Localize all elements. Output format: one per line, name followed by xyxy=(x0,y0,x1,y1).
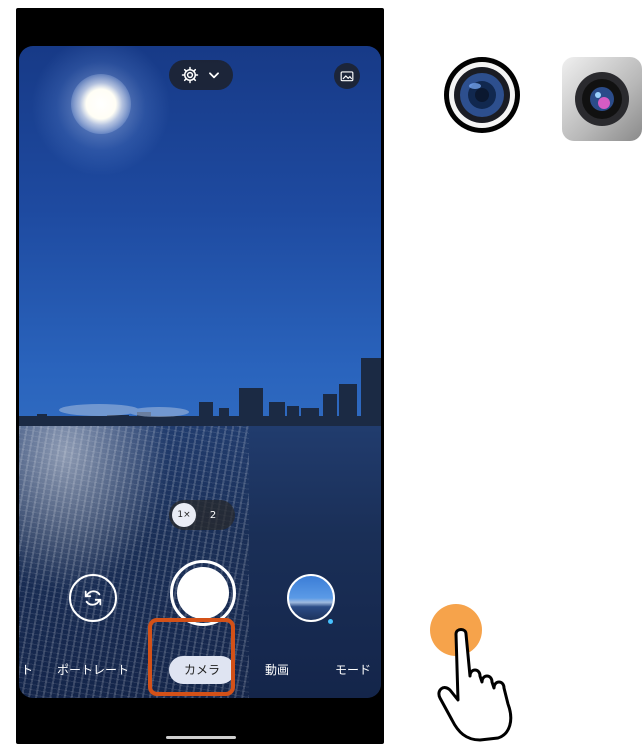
camera-mode-highlight xyxy=(148,618,235,696)
shutter-icon xyxy=(177,567,229,619)
camera-flip-button[interactable] xyxy=(69,574,117,622)
mode-more[interactable]: モード xyxy=(335,654,371,686)
folder-image-icon xyxy=(340,71,354,82)
mode-portrait[interactable]: ポートレート xyxy=(57,654,129,686)
mode-video[interactable]: 動画 xyxy=(265,654,289,686)
last-photo-thumbnail[interactable] xyxy=(287,574,335,622)
camera-app-icon-square xyxy=(562,57,642,141)
settings-pill[interactable] xyxy=(169,60,233,90)
zoom-1x-button[interactable]: 1× xyxy=(172,503,196,527)
gear-icon xyxy=(181,66,199,84)
camera-flip-icon xyxy=(84,590,102,606)
camera-app-icon-round xyxy=(444,57,520,133)
chevron-down-icon xyxy=(209,72,219,79)
camera-viewfinder[interactable]: 1× 2 ト ポートレート カメラ 動画 モード xyxy=(19,46,381,698)
zoom-2x-button[interactable]: 2 xyxy=(196,510,230,521)
shutter-button[interactable] xyxy=(170,560,236,626)
pointing-hand-icon xyxy=(437,628,513,742)
zoom-selector[interactable]: 1× 2 xyxy=(169,500,235,530)
sun xyxy=(71,74,131,134)
mode-partial-left[interactable]: ト xyxy=(21,654,33,686)
home-indicator[interactable] xyxy=(166,736,236,739)
gallery-button[interactable] xyxy=(334,63,360,89)
thumbnail-indicator-dot xyxy=(328,619,333,624)
